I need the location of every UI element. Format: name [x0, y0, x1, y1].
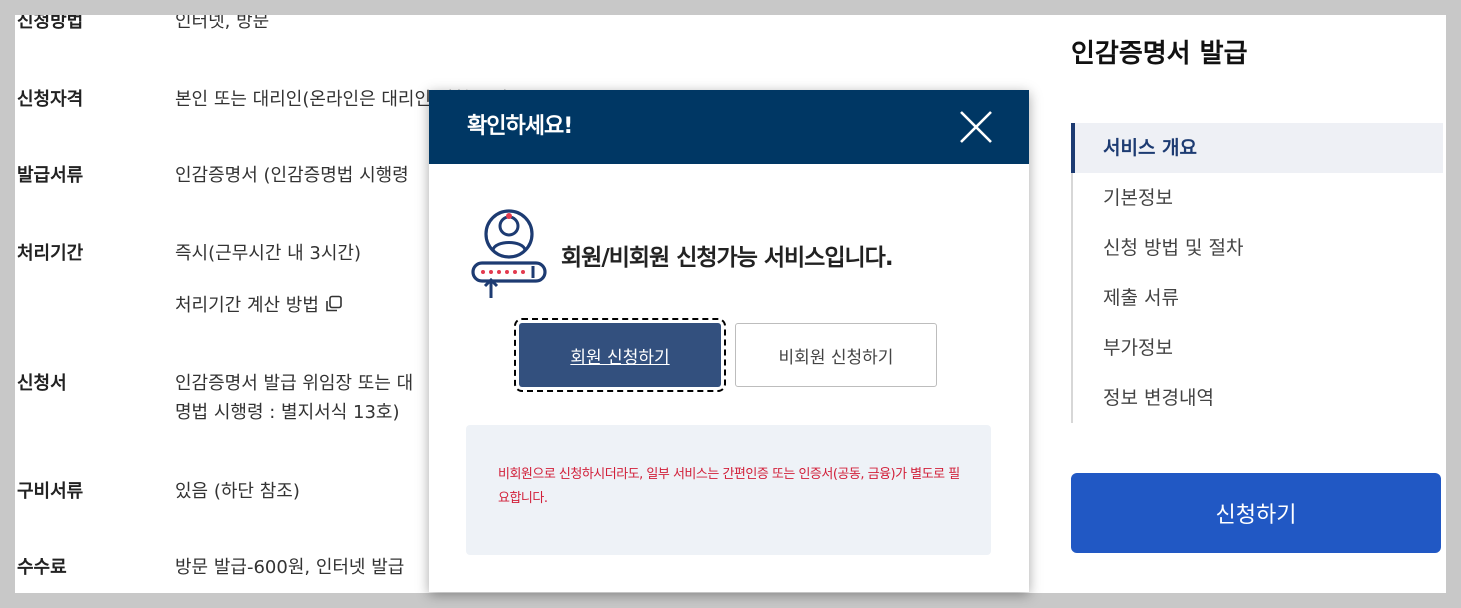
- info-value: 방문 발급-600원, 인터넷 발급: [175, 557, 405, 578]
- sidebar-title: 인감증명서 발급: [1071, 39, 1248, 69]
- sidebar-item-documents[interactable]: 제출 서류: [1073, 273, 1443, 323]
- notice-box: 비회원으로 신청하시더라도, 일부 서비스는 간편인증 또는 인증서(공동, 금…: [466, 425, 991, 555]
- info-value: 인감증명서 발급 위임장 또는 대: [175, 373, 414, 394]
- sidebar-item-additional-info[interactable]: 부가정보: [1073, 323, 1443, 373]
- modal-message-row: 회원/비회원 신청가능 서비스입니다.: [469, 208, 1009, 298]
- member-apply-button[interactable]: 회원 신청하기: [514, 318, 726, 392]
- info-value: 인터넷, 방문: [175, 15, 270, 32]
- sidebar-item-change-history[interactable]: 정보 변경내역: [1073, 373, 1443, 423]
- sidebar-item-basic-info[interactable]: 기본정보: [1073, 173, 1443, 223]
- info-label: 발급서류: [17, 165, 84, 186]
- info-label: 수수료: [17, 557, 67, 578]
- close-icon[interactable]: [959, 110, 993, 144]
- copy-icon: [326, 295, 342, 312]
- notice-text: 비회원으로 신청하시더라도, 일부 서비스는 간편인증 또는 인증서(공동, 금…: [498, 467, 960, 506]
- info-label: 신청서: [17, 373, 67, 394]
- info-value: 인감증명서 (인감증명법 시행령: [175, 165, 409, 186]
- info-label: 처리기간: [17, 243, 84, 264]
- modal-message: 회원/비회원 신청가능 서비스입니다.: [561, 245, 894, 271]
- info-value: 있음 (하단 참조): [175, 481, 300, 502]
- sidebar-item-overview[interactable]: 서비스 개요: [1071, 123, 1443, 173]
- nonmember-apply-button[interactable]: 비회원 신청하기: [735, 323, 937, 387]
- modal-title: 확인하세요!: [467, 114, 573, 139]
- modal-header: 확인하세요!: [429, 90, 1029, 164]
- sidebar-item-procedure[interactable]: 신청 방법 및 절차: [1073, 223, 1443, 273]
- info-value: 즉시(근무시간 내 3시간): [175, 243, 361, 264]
- processing-time-calc-link[interactable]: 처리기간 계산 방법: [175, 291, 343, 317]
- user-login-icon: [471, 209, 547, 298]
- sidebar-nav: 서비스 개요 기본정보 신청 방법 및 절차 제출 서류 부가정보 정보 변경내…: [1071, 123, 1443, 423]
- info-label: 신청방법: [17, 15, 84, 32]
- calc-link-label: 처리기간 계산 방법: [175, 295, 319, 316]
- confirm-modal: 확인하세요! 회원/비회원 신청가능 서비스입니다. 회원 신청하기 비회원 신…: [429, 90, 1029, 592]
- info-label: 신청자격: [17, 89, 84, 110]
- apply-button[interactable]: 신청하기: [1071, 473, 1441, 553]
- info-value-line2: 명법 시행령 : 별지서식 13호): [175, 402, 400, 423]
- info-label: 구비서류: [17, 481, 84, 502]
